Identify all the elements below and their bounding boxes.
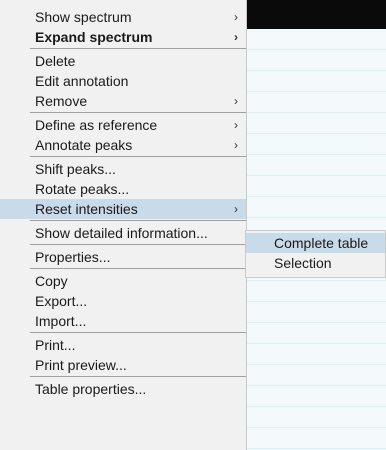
menu-item-print-preview[interactable]: Print preview... xyxy=(0,355,246,375)
menu-item-label: Remove xyxy=(35,93,88,109)
menu-item-label: Export... xyxy=(35,293,88,309)
submenu-item-selection[interactable]: Selection xyxy=(246,253,385,273)
menu-item-annotate-peaks[interactable]: Annotate peaks › xyxy=(0,135,246,155)
menu-item-label: Shift peaks... xyxy=(35,161,116,177)
menu-item-properties[interactable]: Properties... xyxy=(0,247,246,267)
submenu-item-complete-table[interactable]: Complete table xyxy=(246,233,385,253)
chevron-right-icon: › xyxy=(234,118,238,132)
menu-item-export[interactable]: Export... xyxy=(0,291,246,311)
submenu-item-label: Selection xyxy=(274,255,332,271)
chevron-right-icon: › xyxy=(234,10,238,24)
menu-separator xyxy=(30,48,246,49)
menu-item-table-properties[interactable]: Table properties... xyxy=(0,379,246,399)
menu-item-label: Rotate peaks... xyxy=(35,181,130,197)
chevron-right-icon: › xyxy=(234,30,238,44)
menu-separator xyxy=(30,220,246,221)
menu-item-delete[interactable]: Delete xyxy=(0,51,246,71)
chevron-right-icon: › xyxy=(234,202,238,216)
menu-item-print[interactable]: Print... xyxy=(0,335,246,355)
menu-separator xyxy=(30,376,246,377)
menu-item-remove[interactable]: Remove › xyxy=(0,91,246,111)
menu-item-label: Table properties... xyxy=(35,381,147,397)
menu-item-label: Import... xyxy=(35,313,87,329)
menu-item-reset-intensities[interactable]: Reset intensities › xyxy=(0,199,246,219)
menu-item-label: Delete xyxy=(35,53,76,69)
menu-item-copy[interactable]: Copy xyxy=(0,271,246,291)
menu-item-label: Show detailed information... xyxy=(35,225,208,241)
reset-intensities-submenu: Complete table Selection xyxy=(245,230,386,278)
menu-separator xyxy=(30,156,246,157)
menu-item-label: Copy xyxy=(35,273,68,289)
chevron-right-icon: › xyxy=(234,138,238,152)
context-menu: Show spectrum › Expand spectrum › Delete… xyxy=(0,0,247,450)
menu-item-show-detailed-information[interactable]: Show detailed information... xyxy=(0,223,246,243)
menu-item-shift-peaks[interactable]: Shift peaks... xyxy=(0,159,246,179)
menu-item-expand-spectrum[interactable]: Expand spectrum › xyxy=(0,27,246,47)
menu-item-label: Print preview... xyxy=(35,357,127,373)
menu-item-show-spectrum[interactable]: Show spectrum › xyxy=(0,7,246,27)
menu-separator xyxy=(30,112,246,113)
menu-item-label: Print... xyxy=(35,337,76,353)
menu-separator xyxy=(30,332,246,333)
menu-item-label: Show spectrum xyxy=(35,9,132,25)
menu-item-define-as-reference[interactable]: Define as reference › xyxy=(0,115,246,135)
chevron-right-icon: › xyxy=(234,94,238,108)
submenu-item-label: Complete table xyxy=(274,235,369,251)
menu-item-label: Properties... xyxy=(35,249,111,265)
menu-item-label: Edit annotation xyxy=(35,73,129,89)
menu-item-label: Expand spectrum xyxy=(35,29,153,45)
menu-item-label: Annotate peaks xyxy=(35,137,133,153)
menu-item-import[interactable]: Import... xyxy=(0,311,246,331)
menu-item-label: Define as reference xyxy=(35,117,158,133)
menu-item-label: Reset intensities xyxy=(35,201,138,217)
menu-separator xyxy=(30,244,246,245)
menu-item-rotate-peaks[interactable]: Rotate peaks... xyxy=(0,179,246,199)
menu-item-edit-annotation[interactable]: Edit annotation xyxy=(0,71,246,91)
menu-separator xyxy=(30,268,246,269)
